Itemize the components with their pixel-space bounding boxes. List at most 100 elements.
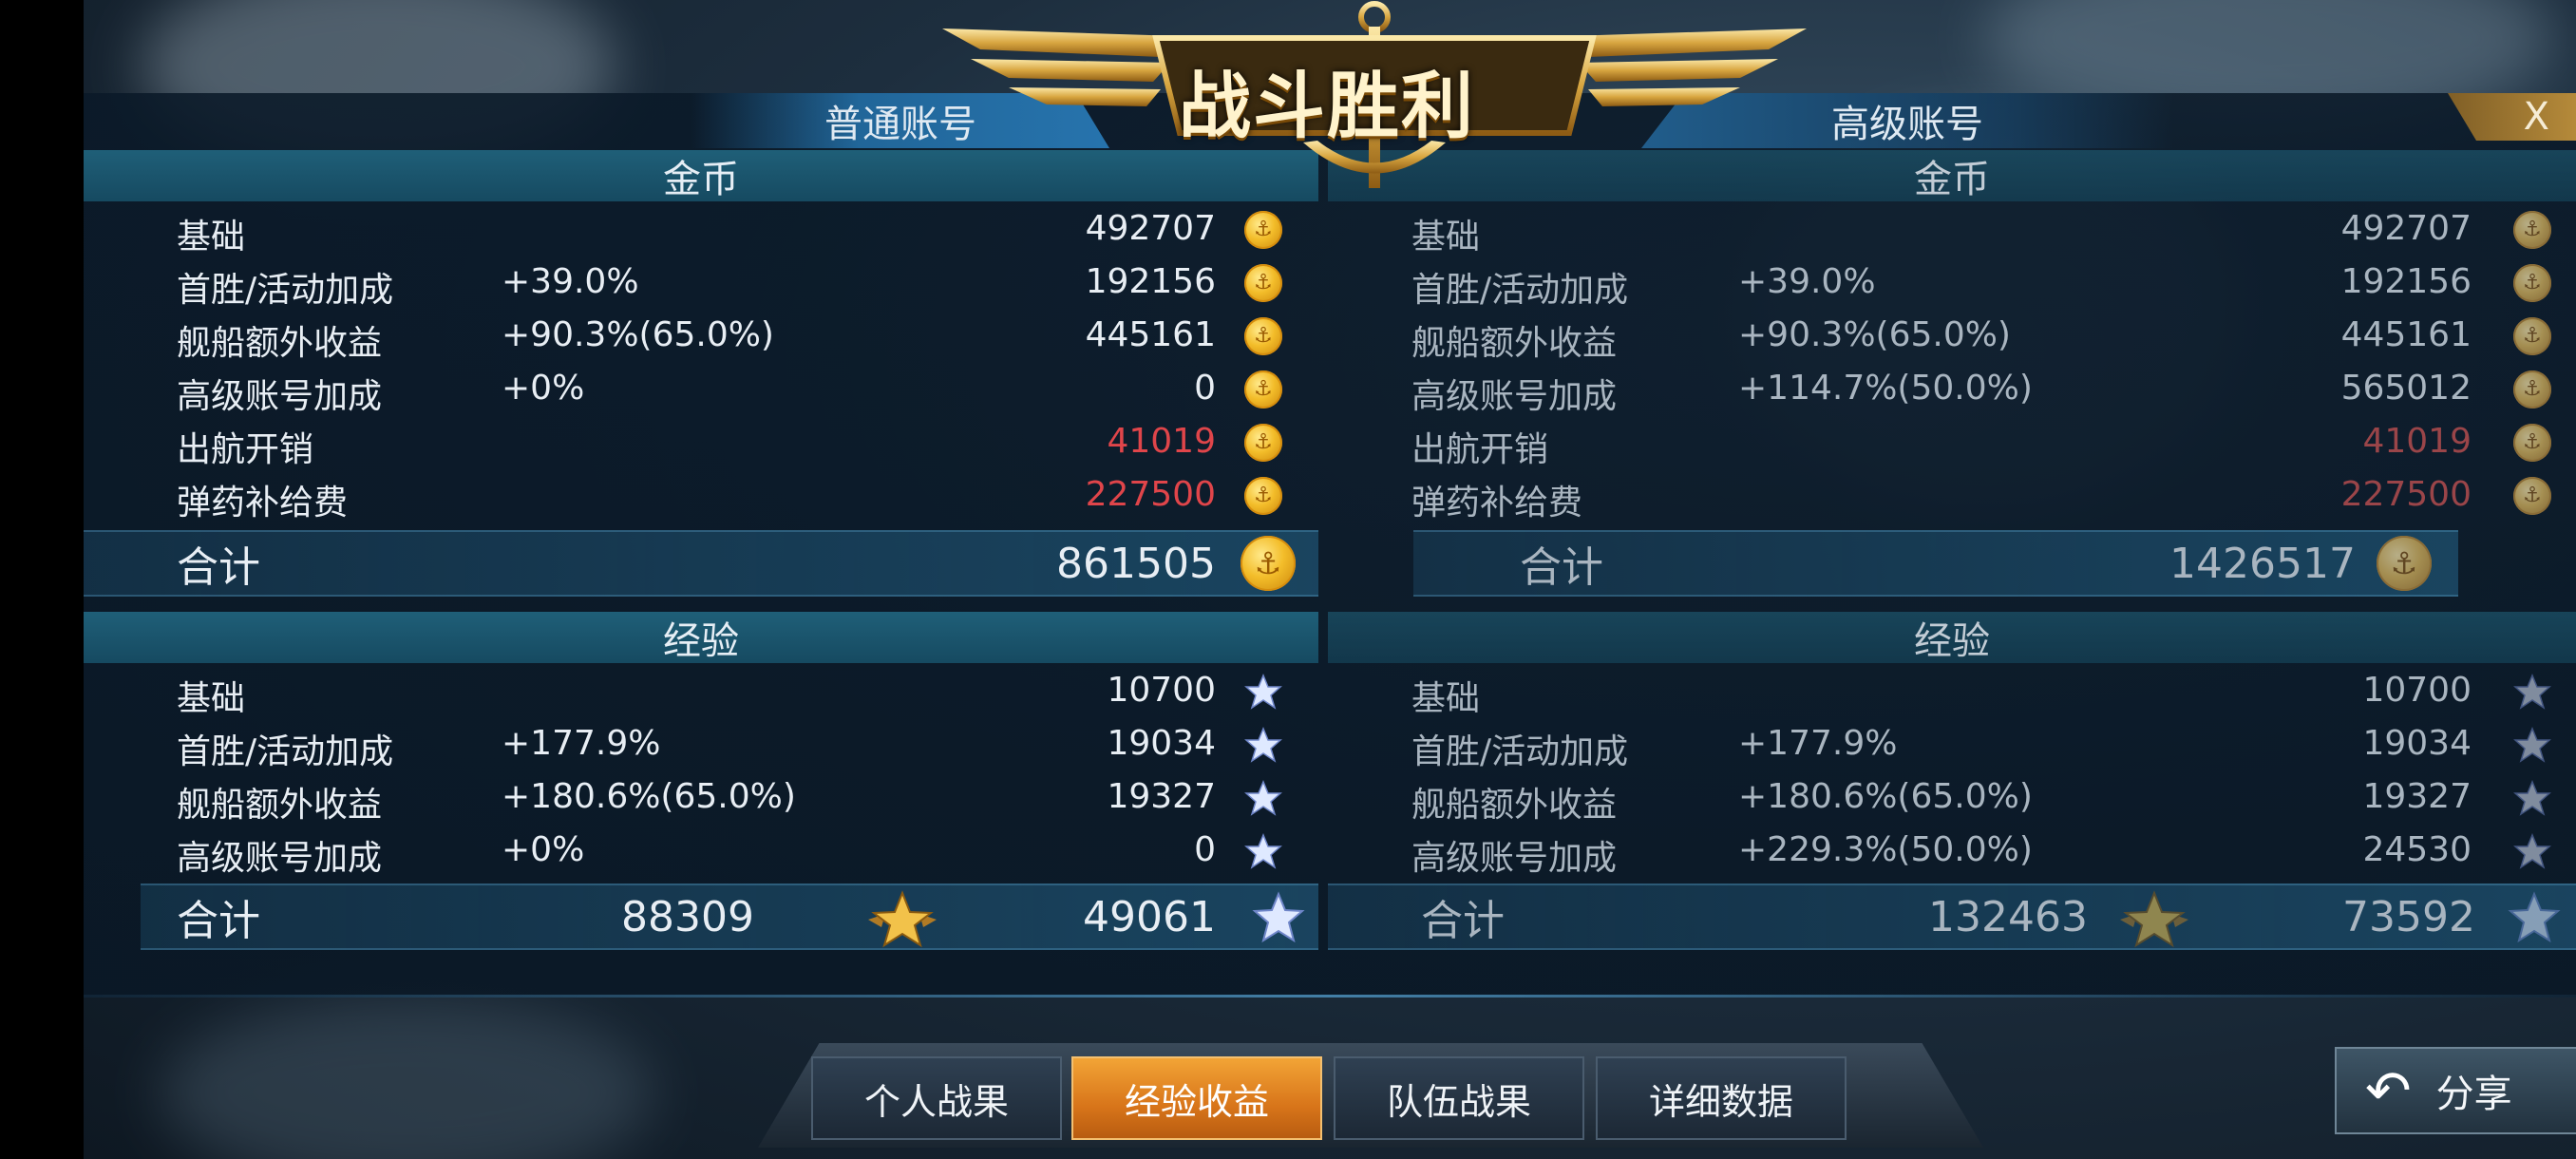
tab-team-results[interactable]: 队伍战果 [1334,1056,1584,1140]
row-value: 10700 [1107,671,1216,710]
row-label: 高级账号加成 [1411,377,1618,416]
normal-ship-exp-total: 49061 [1083,892,1216,941]
row-value: 565012 [2340,369,2472,408]
row-bonus: +114.7%(50.0%) [1738,369,2033,408]
gold-coin-icon [1244,317,1282,355]
row-bonus: +39.0% [502,262,639,301]
row-bonus: +0% [502,369,585,408]
row-label: 首胜/活动加成 [177,732,394,771]
row-label: 基础 [1411,218,1481,256]
row-label: 弹药补给费 [177,484,349,522]
table-row: 基础 492707 [84,201,1318,256]
row-bonus: +177.9% [1738,724,1898,763]
table-row: 基础 492707 [1328,201,2576,256]
row-value: 19034 [2362,724,2472,763]
row-value: 445161 [2340,315,2472,354]
table-row: 高级账号加成 +0% 0 [84,823,1318,878]
row-value: 227500 [1085,475,1216,514]
row-label: 舰船额外收益 [177,324,383,363]
table-row: 基础 10700 [84,663,1318,718]
row-label: 弹药补给费 [1411,484,1583,522]
tab-detailed-data[interactable]: 详细数据 [1596,1056,1847,1140]
captain-exp-star-icon [868,890,937,948]
row-bonus: +229.3%(50.0%) [1738,830,2033,869]
row-value: 10700 [2362,671,2472,710]
premium-exp-total-bar: 合计 132463 73592 [1328,884,2576,950]
tab-exp-earnings[interactable]: 经验收益 [1071,1056,1322,1140]
share-arrow-icon: ↶ [2365,1058,2412,1123]
row-value: 0 [1194,830,1216,869]
row-value: 24530 [2362,830,2472,869]
tab-personal-results[interactable]: 个人战果 [811,1056,1062,1140]
ship-exp-star-icon [1244,780,1282,816]
premium-gold-total-bar: 合计 1426517 [1413,530,2458,597]
table-row: 弹药补给费 227500 [1328,467,2576,522]
table-row: 首胜/活动加成 +177.9% 19034 [84,716,1318,771]
row-value: 19327 [2362,777,2472,816]
row-label: 舰船额外收益 [1411,786,1618,825]
row-bonus: +180.6%(65.0%) [1738,777,2033,816]
table-row: 高级账号加成 +114.7%(50.0%) 565012 [1328,361,2576,416]
ship-exp-star-icon [1244,833,1282,869]
row-value: 192156 [2340,262,2472,301]
total-label: 合计 [1520,543,1603,592]
row-label: 高级账号加成 [177,839,383,878]
gold-coin-icon [2513,370,2551,408]
victory-emblem: 战斗胜利 [942,0,1807,200]
row-label: 出航开销 [1411,430,1549,469]
gold-coin-icon [1241,536,1296,591]
normal-exp-total-bar: 合计 88309 49061 [141,884,1318,950]
row-value: 19034 [1107,724,1216,763]
total-label: 合计 [177,897,260,945]
table-row: 高级账号加成 +229.3%(50.0%) 24530 [1328,823,2576,878]
row-bonus: +90.3%(65.0%) [502,315,774,354]
ship-exp-star-icon [2513,674,2551,710]
row-label: 基础 [177,218,246,256]
row-value: 492707 [2340,209,2472,248]
row-label: 舰船额外收益 [177,786,383,825]
row-bonus: +180.6%(65.0%) [502,777,796,816]
row-bonus: +0% [502,830,585,869]
gold-coin-icon [2513,264,2551,302]
table-row: 首胜/活动加成 +177.9% 19034 [1328,716,2576,771]
total-label: 合计 [1421,897,1505,945]
row-label: 高级账号加成 [1411,839,1618,878]
normal-captain-exp-total: 88309 [621,892,754,941]
premium-gold-total-value: 1426517 [2169,539,2356,588]
normal-gold-total-bar: 合计 861505 [84,530,1318,597]
row-bonus: +39.0% [1738,262,1876,301]
row-label: 出航开销 [177,430,314,469]
gold-coin-icon [2513,477,2551,515]
row-label: 首胜/活动加成 [1411,732,1629,771]
ship-exp-star-icon [1252,891,1305,943]
share-button[interactable]: ↶ 分享 [2335,1047,2576,1134]
row-bonus: +177.9% [502,724,661,763]
row-value: 41019 [2362,422,2472,461]
gold-coin-icon [1244,211,1282,249]
table-row: 舰船额外收益 +180.6%(65.0%) 19327 [84,770,1318,825]
row-value: 0 [1194,369,1216,408]
row-label: 高级账号加成 [177,377,383,416]
ship-exp-star-icon [2513,727,2551,763]
results-screen: 普通账号 高级账号 X 金币 金币 经验 经验 基础492707首胜/活动加成+… [84,0,2576,1159]
ship-exp-star-icon [1244,727,1282,763]
table-row: 首胜/活动加成 +39.0% 192156 [84,255,1318,310]
gold-coin-icon [2377,536,2432,591]
row-label: 基础 [1411,679,1481,718]
row-value: 41019 [1107,422,1216,461]
table-row: 舰船额外收益 +90.3%(65.0%) 445161 [84,308,1318,363]
row-value: 227500 [2340,475,2472,514]
table-row: 舰船额外收益 +180.6%(65.0%) 19327 [1328,770,2576,825]
share-label: 分享 [2435,1073,2512,1116]
table-row: 弹药补给费 227500 [84,467,1318,522]
premium-captain-exp-total: 132463 [1928,892,2088,941]
victory-title: 战斗胜利 [1179,64,1475,148]
gold-coin-icon [1244,370,1282,408]
table-row: 首胜/活动加成 +39.0% 192156 [1328,255,2576,310]
ship-exp-star-icon [2513,833,2551,869]
row-label: 首胜/活动加成 [177,271,394,310]
gold-coin-icon [2513,317,2551,355]
row-label: 舰船额外收益 [1411,324,1618,363]
table-row: 出航开销 41019 [84,414,1318,469]
row-label: 基础 [177,679,246,718]
